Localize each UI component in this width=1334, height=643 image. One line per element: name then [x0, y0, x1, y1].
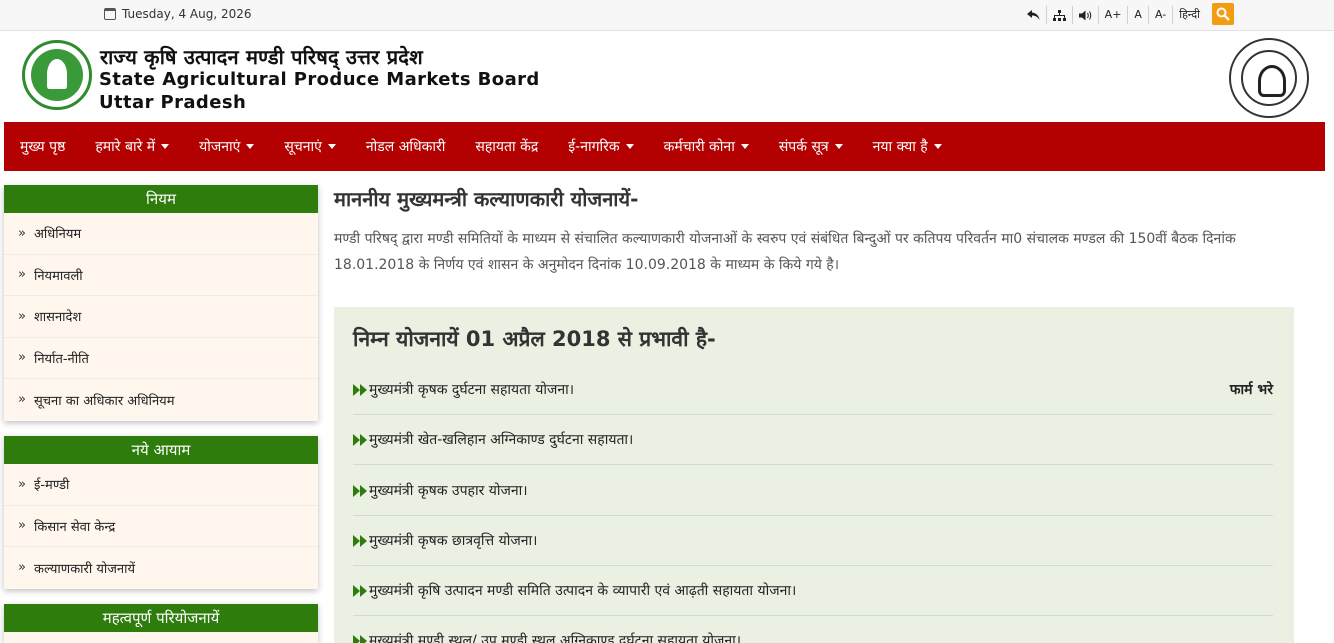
panel-title: निम्न योजनायें 01 अप्रैल 2018 से प्रभावी… [353, 327, 716, 351]
double-arrow-icon [353, 634, 367, 643]
font-normal-button[interactable]: A [1128, 6, 1149, 24]
double-chevron-icon: » [18, 518, 26, 534]
sidebar-rules: नियम » अधिनियम » नियमावली » शासनादेश » निर्य… [4, 185, 318, 421]
sitemap-icon[interactable] [1047, 6, 1073, 24]
nav-item-about[interactable]: हमारे बारे में [95, 137, 170, 156]
sidebar-heading: नियम [4, 185, 318, 213]
nav-item-nodal-officer[interactable]: नोडल अधिकारी [366, 137, 446, 156]
list-item[interactable]: मुख्यमंत्री खेत-खलिहान अग्निकाण्ड दुर्घट… [353, 415, 1273, 465]
site-title-hindi: राज्य कृषि उत्पादन मण्डी परिषद् उत्तर प्… [100, 45, 423, 69]
sidebar-item-e-mandi[interactable]: » ई-मण्डी [4, 464, 318, 506]
language-toggle[interactable]: हिन्दी [1173, 6, 1206, 24]
caret-down-icon [740, 144, 749, 149]
double-chevron-icon: » [18, 350, 26, 366]
main-navigation: मुख्य पृष्ठ हमारे बारे में योजनाएं सूचना… [4, 122, 1325, 171]
sidebar-item-rti-act[interactable]: » सूचना का अधिकार अधिनियम [4, 379, 318, 421]
government-seal-icon [1241, 50, 1297, 106]
site-header: राज्य कृषि उत्पादन मण्डी परिषद् उत्तर प्… [0, 31, 1334, 122]
double-arrow-icon [353, 433, 367, 446]
search-button[interactable] [1212, 3, 1234, 25]
speaker-icon[interactable] [1073, 6, 1099, 24]
sidebar-item-kisan-seva-kendra[interactable]: » किसान सेवा केन्द्र [4, 506, 318, 547]
list-item[interactable]: मुख्यमंत्री कृषक उपहार योजना। [353, 466, 1273, 516]
double-arrow-icon [353, 584, 367, 597]
list-item[interactable]: मुख्यमंत्री कृषक छात्रवृत्ति योजना। [353, 516, 1273, 566]
current-date: Tuesday, 4 Aug, 2026 [104, 7, 252, 21]
nav-item-help-center[interactable]: सहायता केंद्र [475, 137, 538, 156]
list-item[interactable]: मुख्यमंत्री मण्डी स्थल/ उप मण्डी स्थल अग… [353, 616, 1273, 643]
double-chevron-icon: » [18, 267, 26, 283]
sidebar-item-rules[interactable]: » नियमावली [4, 255, 318, 296]
sidebar-item-act[interactable]: » अधिनियम [4, 213, 318, 255]
sidebar-new-dimensions: नये आयाम » ई-मण्डी » किसान सेवा केन्द्र » क… [4, 436, 318, 589]
sidebar-item-government-orders[interactable]: » शासनादेश [4, 296, 318, 338]
sidebar-heading: महत्वपूर्ण परियोजनायें [4, 604, 318, 632]
accessibility-tools: A+ A A- हिन्दी [1021, 6, 1206, 24]
nav-item-contact[interactable]: संपर्क सूत्र [779, 137, 843, 156]
nav-item-employee-corner[interactable]: कर्मचारी कोना [664, 137, 749, 156]
double-chevron-icon: » [18, 476, 26, 492]
double-arrow-icon [353, 383, 367, 396]
site-title-english: State Agricultural Produce Markets Board [99, 69, 540, 90]
sidebar-item-export-policy[interactable]: » निर्यात-नीति [4, 338, 318, 379]
date-text: Tuesday, 4 Aug, 2026 [122, 7, 252, 21]
double-chevron-icon: » [18, 392, 26, 408]
double-chevron-icon: » [18, 225, 26, 241]
font-increase-button[interactable]: A+ [1099, 6, 1129, 24]
back-icon[interactable] [1021, 6, 1047, 24]
nav-item-home[interactable]: मुख्य पृष्ठ [20, 137, 65, 156]
site-title-state: Uttar Pradesh [99, 92, 247, 113]
sidebar-important-projects: महत्वपूर्ण परियोजनायें [4, 604, 318, 643]
top-utility-bar: Tuesday, 4 Aug, 2026 A+ A A- हिन्दी [0, 0, 1334, 31]
sidebar-heading: नये आयाम [4, 436, 318, 464]
mandi-parishad-logo[interactable] [22, 40, 92, 110]
fill-form-link[interactable]: फार्म भरे [1230, 380, 1273, 399]
schemes-panel: निम्न योजनायें 01 अप्रैल 2018 से प्रभावी… [334, 307, 1294, 643]
double-chevron-icon: » [18, 560, 26, 576]
list-item[interactable]: मुख्यमंत्री कृषि उत्पादन मण्डी समिति उत्… [353, 566, 1273, 616]
caret-down-icon [327, 144, 336, 149]
intro-paragraph: मण्डी परिषद् द्वारा मण्डी समितियों के मा… [334, 231, 1236, 273]
nav-item-schemes[interactable]: योजनाएं [199, 137, 255, 156]
calendar-icon [104, 8, 116, 20]
page-title: माननीय मुख्यमन्त्री कल्याणकारी योजनायें- [334, 187, 639, 211]
double-arrow-icon [353, 484, 367, 497]
up-government-logo [1229, 38, 1309, 118]
double-arrow-icon [353, 534, 367, 547]
sidebar-item-welfare-schemes[interactable]: » कल्याणकारी योजनायें [4, 547, 318, 589]
list-item[interactable]: मुख्यमंत्री कृषक दुर्घटना सहायता योजना। … [353, 365, 1273, 415]
nav-item-whats-new[interactable]: नया क्या है [873, 137, 942, 156]
double-chevron-icon: » [18, 308, 26, 324]
caret-down-icon [933, 144, 942, 149]
caret-down-icon [246, 144, 255, 149]
search-icon [1216, 7, 1230, 21]
caret-down-icon [834, 144, 843, 149]
nav-item-notices[interactable]: सूचनाएं [284, 137, 336, 156]
logo-emblem-icon [31, 49, 83, 101]
caret-down-icon [625, 144, 634, 149]
nav-item-e-citizen[interactable]: ई-नागरिक [568, 137, 634, 156]
caret-down-icon [161, 144, 170, 149]
font-decrease-button[interactable]: A- [1149, 6, 1174, 24]
